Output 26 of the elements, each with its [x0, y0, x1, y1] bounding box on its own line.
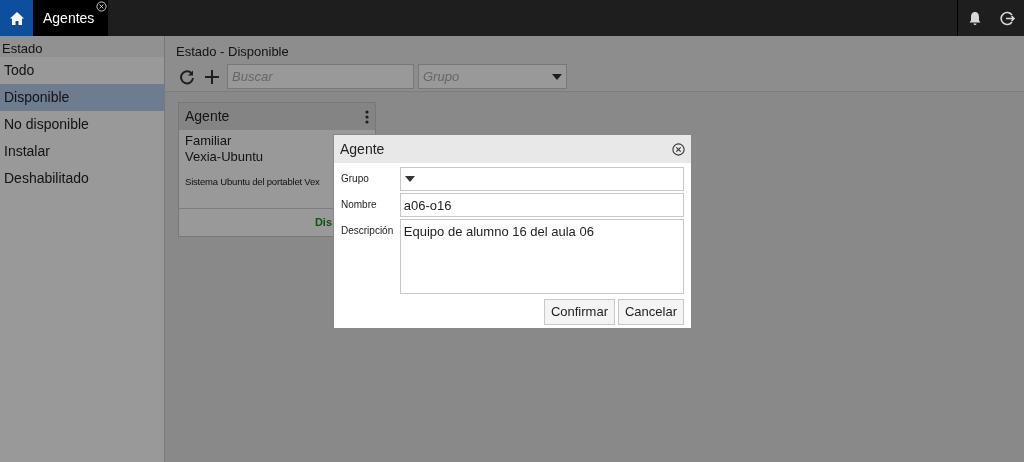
field-label: Grupo [341, 172, 370, 186]
sidebar-title: Estado [0, 36, 164, 57]
caret-icon [552, 73, 562, 80]
home-icon [8, 10, 25, 26]
close-icon[interactable] [672, 142, 685, 156]
sidebar-item[interactable]: Disponible [0, 84, 164, 111]
refresh-icon[interactable] [179, 68, 195, 85]
plus-icon[interactable] [205, 69, 219, 84]
main-title: Estado - Disponible [165, 36, 1024, 62]
card-description: Sistema Ubuntu del portablet Vex [185, 175, 320, 189]
card-status: Dis [314, 215, 332, 231]
dialog-button[interactable]: Cancelar [617, 299, 684, 325]
field-label: Nombre [341, 198, 378, 212]
home-button[interactable] [0, 0, 33, 36]
sidebar-item[interactable]: No disponible [0, 111, 164, 138]
tab[interactable]: Agentes [33, 0, 109, 36]
description-field[interactable]: Equipo de alumno 16 del aula 06 [399, 219, 684, 294]
field-label: Descripción [341, 224, 395, 238]
caret-icon [404, 176, 415, 182]
more-icon[interactable] [365, 109, 369, 124]
sidebar-item[interactable]: Deshabilitado [0, 165, 164, 192]
dialog-button[interactable]: Confirmar [543, 299, 615, 325]
sidebar-item[interactable]: Todo [0, 57, 164, 84]
name-field[interactable]: a06-o16 [399, 193, 684, 217]
sidebar-item[interactable]: Instalar [0, 138, 164, 165]
card-title: Agente [185, 107, 230, 126]
